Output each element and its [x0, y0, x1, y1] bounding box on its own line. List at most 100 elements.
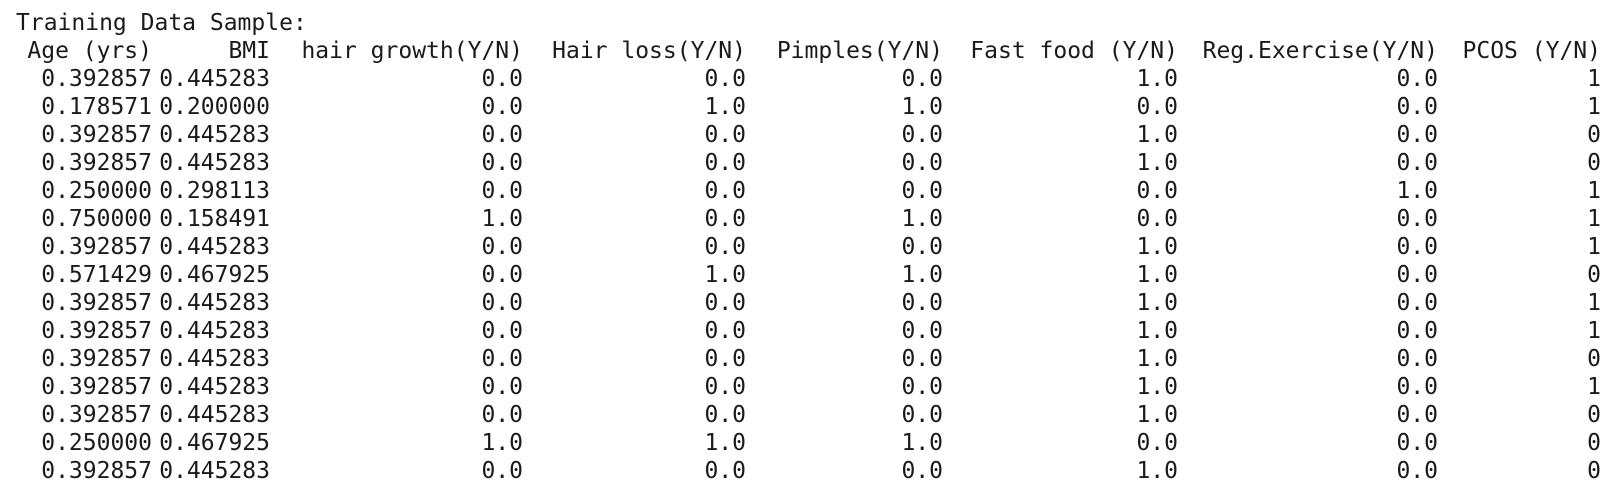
cell-pcos: 0 — [1587, 458, 1601, 484]
table-row: 0.392857 0.445283 0.0 0.0 0.0 1.0 0.0 0 — [16, 457, 1601, 485]
table-row: 0.571429 0.467925 0.0 1.0 1.0 1.0 0.0 0 — [16, 261, 1601, 289]
cell-fast-food: 1.0 — [1136, 122, 1178, 148]
cell-hair-loss: 0.0 — [704, 346, 746, 372]
cell-pimples: 1.0 — [901, 94, 943, 120]
cell-fast-food: 0.0 — [1136, 94, 1178, 120]
cell-reg-exercise: 0.0 — [1396, 430, 1438, 456]
table-row: 0.250000 0.298113 0.0 0.0 0.0 0.0 1.0 1 — [16, 177, 1601, 205]
cell-pimples: 0.0 — [901, 374, 943, 400]
cell-pcos: 1 — [1587, 206, 1601, 232]
cell-reg-exercise: 0.0 — [1396, 150, 1438, 176]
table-row: 0.392857 0.445283 0.0 0.0 0.0 1.0 0.0 1 — [16, 373, 1601, 401]
table-row: 0.392857 0.445283 0.0 0.0 0.0 1.0 0.0 1 — [16, 317, 1601, 345]
cell-reg-exercise: 1.0 — [1396, 178, 1438, 204]
cell-reg-exercise: 0.0 — [1396, 262, 1438, 288]
cell-age: 0.392857 — [41, 66, 152, 92]
table-row: 0.392857 0.445283 0.0 0.0 0.0 1.0 0.0 0 — [16, 149, 1601, 177]
cell-fast-food: 1.0 — [1136, 66, 1178, 92]
cell-reg-exercise: 0.0 — [1396, 346, 1438, 372]
training-data-table: Age (yrs) BMI hair growth(Y/N) Hair loss… — [16, 37, 1601, 485]
cell-reg-exercise: 0.0 — [1396, 290, 1438, 316]
cell-pcos: 0 — [1587, 150, 1601, 176]
cell-fast-food: 0.0 — [1136, 430, 1178, 456]
cell-age: 0.250000 — [41, 178, 152, 204]
cell-hair-growth: 0.0 — [481, 262, 523, 288]
cell-pimples: 0.0 — [901, 122, 943, 148]
cell-bmi: 0.445283 — [159, 290, 270, 316]
cell-fast-food: 1.0 — [1136, 150, 1178, 176]
cell-bmi: 0.445283 — [159, 66, 270, 92]
cell-bmi: 0.200000 — [159, 94, 270, 120]
cell-hair-growth: 0.0 — [481, 318, 523, 344]
table-row: 0.392857 0.445283 0.0 0.0 0.0 1.0 0.0 1 — [16, 289, 1601, 317]
cell-hair-growth: 1.0 — [481, 206, 523, 232]
cell-hair-loss: 0.0 — [704, 234, 746, 260]
cell-hair-loss: 0.0 — [704, 122, 746, 148]
column-header-hair-loss: Hair loss(Y/N) — [552, 38, 746, 64]
cell-hair-loss: 0.0 — [704, 374, 746, 400]
table-row: 0.392857 0.445283 0.0 0.0 0.0 1.0 0.0 0 — [16, 121, 1601, 149]
cell-fast-food: 1.0 — [1136, 458, 1178, 484]
cell-pimples: 0.0 — [901, 318, 943, 344]
cell-fast-food: 1.0 — [1136, 374, 1178, 400]
cell-hair-loss: 0.0 — [704, 66, 746, 92]
cell-hair-growth: 1.0 — [481, 430, 523, 456]
cell-fast-food: 0.0 — [1136, 178, 1178, 204]
cell-hair-loss: 0.0 — [704, 150, 746, 176]
cell-bmi: 0.445283 — [159, 234, 270, 260]
cell-pimples: 0.0 — [901, 290, 943, 316]
cell-reg-exercise: 0.0 — [1396, 234, 1438, 260]
cell-pcos: 1 — [1587, 290, 1601, 316]
cell-pcos: 1 — [1587, 178, 1601, 204]
cell-hair-loss: 0.0 — [704, 206, 746, 232]
cell-fast-food: 1.0 — [1136, 234, 1178, 260]
cell-fast-food: 0.0 — [1136, 206, 1178, 232]
cell-hair-loss: 0.0 — [704, 290, 746, 316]
cell-pimples: 0.0 — [901, 178, 943, 204]
cell-age: 0.392857 — [41, 402, 152, 428]
cell-hair-growth: 0.0 — [481, 178, 523, 204]
cell-pimples: 1.0 — [901, 206, 943, 232]
cell-pimples: 0.0 — [901, 66, 943, 92]
cell-hair-loss: 0.0 — [704, 458, 746, 484]
column-header-pimples: Pimples(Y/N) — [776, 38, 943, 64]
cell-bmi: 0.445283 — [159, 458, 270, 484]
cell-hair-loss: 0.0 — [704, 402, 746, 428]
cell-reg-exercise: 0.0 — [1396, 458, 1438, 484]
cell-pcos: 0 — [1587, 262, 1601, 288]
table-row: 0.750000 0.158491 1.0 0.0 1.0 0.0 0.0 1 — [16, 205, 1601, 233]
cell-hair-growth: 0.0 — [481, 458, 523, 484]
cell-fast-food: 1.0 — [1136, 262, 1178, 288]
cell-age: 0.392857 — [41, 150, 152, 176]
column-header-reg-exercise: Reg.Exercise(Y/N) — [1202, 38, 1438, 64]
cell-age: 0.392857 — [41, 458, 152, 484]
column-header-bmi: BMI — [228, 38, 270, 64]
cell-bmi: 0.158491 — [159, 206, 270, 232]
cell-pimples: 1.0 — [901, 430, 943, 456]
cell-reg-exercise: 0.0 — [1396, 66, 1438, 92]
cell-age: 0.392857 — [41, 122, 152, 148]
cell-bmi: 0.445283 — [159, 318, 270, 344]
cell-pimples: 1.0 — [901, 262, 943, 288]
cell-reg-exercise: 0.0 — [1396, 374, 1438, 400]
cell-hair-growth: 0.0 — [481, 290, 523, 316]
cell-pcos: 0 — [1587, 430, 1601, 456]
table-row: 0.392857 0.445283 0.0 0.0 0.0 1.0 0.0 0 — [16, 401, 1601, 429]
cell-bmi: 0.445283 — [159, 150, 270, 176]
table-header-row: Age (yrs) BMI hair growth(Y/N) Hair loss… — [16, 37, 1601, 65]
cell-age: 0.750000 — [41, 206, 152, 232]
cell-hair-growth: 0.0 — [481, 66, 523, 92]
cell-age: 0.392857 — [41, 346, 152, 372]
cell-hair-loss: 0.0 — [704, 178, 746, 204]
cell-bmi: 0.467925 — [159, 262, 270, 288]
cell-hair-loss: 0.0 — [704, 318, 746, 344]
table-row: 0.178571 0.200000 0.0 1.0 1.0 0.0 0.0 1 — [16, 93, 1601, 121]
cell-pimples: 0.0 — [901, 150, 943, 176]
cell-bmi: 0.298113 — [159, 178, 270, 204]
cell-hair-growth: 0.0 — [481, 402, 523, 428]
cell-reg-exercise: 0.0 — [1396, 94, 1438, 120]
cell-pcos: 1 — [1587, 318, 1601, 344]
cell-bmi: 0.445283 — [159, 374, 270, 400]
cell-hair-growth: 0.0 — [481, 234, 523, 260]
cell-pimples: 0.0 — [901, 402, 943, 428]
